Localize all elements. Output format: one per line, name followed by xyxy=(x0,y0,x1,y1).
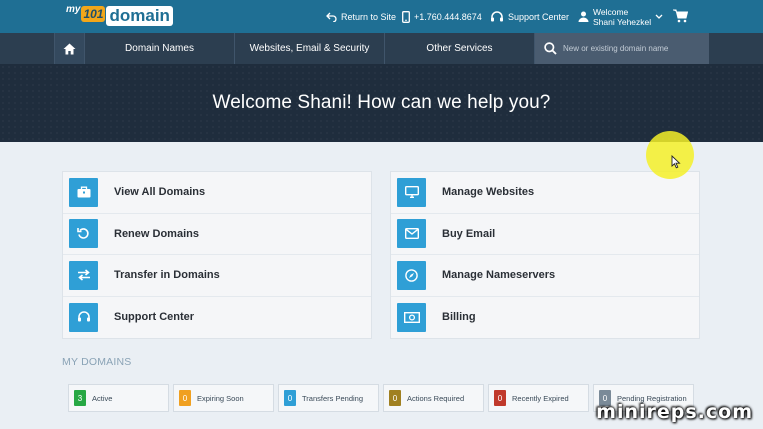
phone-icon xyxy=(402,10,410,23)
logo-dotcom: .com xyxy=(156,21,170,27)
transfer-icon xyxy=(69,260,98,290)
welcome-text: Welcome Shani Yehezkel xyxy=(593,7,651,27)
hero-banner: Welcome Shani! How can we help you? xyxy=(0,64,763,142)
status-actions-required[interactable]: 0 Actions Required xyxy=(383,384,484,412)
action-label: Billing xyxy=(442,311,476,324)
quick-actions-left: View All Domains Renew Domains Transfer … xyxy=(62,171,372,339)
renew-icon xyxy=(69,219,98,249)
action-transfer-in-domains[interactable]: Transfer in Domains xyxy=(63,255,371,297)
envelope-icon xyxy=(397,219,426,249)
action-support-center[interactable]: Support Center xyxy=(63,296,371,338)
return-arrow-icon xyxy=(326,12,337,22)
monitor-icon xyxy=(397,177,426,207)
action-label: Manage Nameservers xyxy=(442,269,556,282)
mouse-pointer-icon xyxy=(671,155,681,169)
action-label: Support Center xyxy=(114,311,195,324)
action-label: Buy Email xyxy=(442,227,496,240)
logo-num: 101 xyxy=(81,6,106,22)
status-transfers-pending[interactable]: 0 Transfers Pending xyxy=(278,384,379,412)
account-menu[interactable]: Welcome Shani Yehezkel xyxy=(578,0,663,33)
briefcase-icon xyxy=(69,177,98,207)
status-count: 0 xyxy=(389,390,401,406)
user-icon xyxy=(578,11,589,22)
logo-word: domain .com xyxy=(106,6,173,27)
support-icon xyxy=(69,302,98,332)
status-recently-expired[interactable]: 0 Recently Expired xyxy=(488,384,589,412)
status-expiring-soon[interactable]: 0 Expiring Soon xyxy=(173,384,274,412)
status-label: Recently Expired xyxy=(512,393,569,403)
status-label: Actions Required xyxy=(407,393,465,403)
action-billing[interactable]: Billing xyxy=(391,296,699,338)
action-label: Renew Domains xyxy=(114,227,199,240)
return-to-site-link[interactable]: Return to Site xyxy=(326,0,396,33)
money-icon xyxy=(397,302,426,332)
action-view-all-domains[interactable]: View All Domains xyxy=(63,172,371,214)
cart-icon[interactable] xyxy=(673,9,688,23)
watermark: minireps.com xyxy=(596,401,753,423)
nav-domain-names[interactable]: Domain Names xyxy=(85,33,235,64)
welcome-user-name: Shani Yehezkel xyxy=(593,16,652,27)
status-label: Active xyxy=(92,393,113,403)
cursor-highlight xyxy=(646,131,694,179)
status-count: 0 xyxy=(179,390,191,406)
nav-search xyxy=(535,33,709,64)
welcome-line1: Welcome xyxy=(593,6,629,17)
nav-home-button[interactable] xyxy=(54,33,85,64)
domain-search-input[interactable] xyxy=(563,44,703,53)
status-label: Transfers Pending xyxy=(302,393,364,403)
action-buy-email[interactable]: Buy Email xyxy=(391,213,699,255)
support-center-link[interactable]: Support Center xyxy=(490,0,569,33)
top-bar: my 101 domain .com Return to Site +1.760… xyxy=(0,0,763,33)
action-label: Manage Websites xyxy=(442,186,535,199)
phone-link[interactable]: +1.760.444.8674 xyxy=(402,0,482,33)
return-to-site-label: Return to Site xyxy=(341,11,397,22)
phone-label: +1.760.444.8674 xyxy=(414,11,482,22)
action-manage-websites[interactable]: Manage Websites xyxy=(391,172,699,214)
hero-title: Welcome Shani! How can we help you? xyxy=(212,92,551,113)
action-label: View All Domains xyxy=(114,186,206,199)
action-label: Transfer in Domains xyxy=(114,269,220,282)
status-count: 3 xyxy=(74,390,86,406)
quick-actions-right: Manage Websites Buy Email Manage Nameser… xyxy=(390,171,700,339)
action-renew-domains[interactable]: Renew Domains xyxy=(63,213,371,255)
site-logo[interactable]: my 101 domain .com xyxy=(66,3,173,29)
home-icon xyxy=(63,43,76,54)
nav-websites-email-security[interactable]: Websites, Email & Security xyxy=(235,33,385,64)
status-count: 0 xyxy=(284,390,296,406)
status-count: 0 xyxy=(494,390,506,406)
main-content: View All Domains Renew Domains Transfer … xyxy=(0,142,763,429)
headset-icon xyxy=(491,10,503,21)
nav-other-services[interactable]: Other Services xyxy=(385,33,535,64)
status-label: Expiring Soon xyxy=(197,393,244,403)
logo-my: my xyxy=(66,4,81,15)
nav-inner: Domain Names Websites, Email & Security … xyxy=(54,33,709,64)
search-icon[interactable] xyxy=(544,42,557,55)
main-nav: Domain Names Websites, Email & Security … xyxy=(0,33,763,64)
chevron-down-icon xyxy=(655,14,663,19)
status-active[interactable]: 3 Active xyxy=(68,384,169,412)
support-center-label: Support Center xyxy=(508,11,570,22)
action-manage-nameservers[interactable]: Manage Nameservers xyxy=(391,255,699,297)
my-domains-title: MY DOMAINS xyxy=(62,356,132,368)
compass-icon xyxy=(397,260,426,290)
